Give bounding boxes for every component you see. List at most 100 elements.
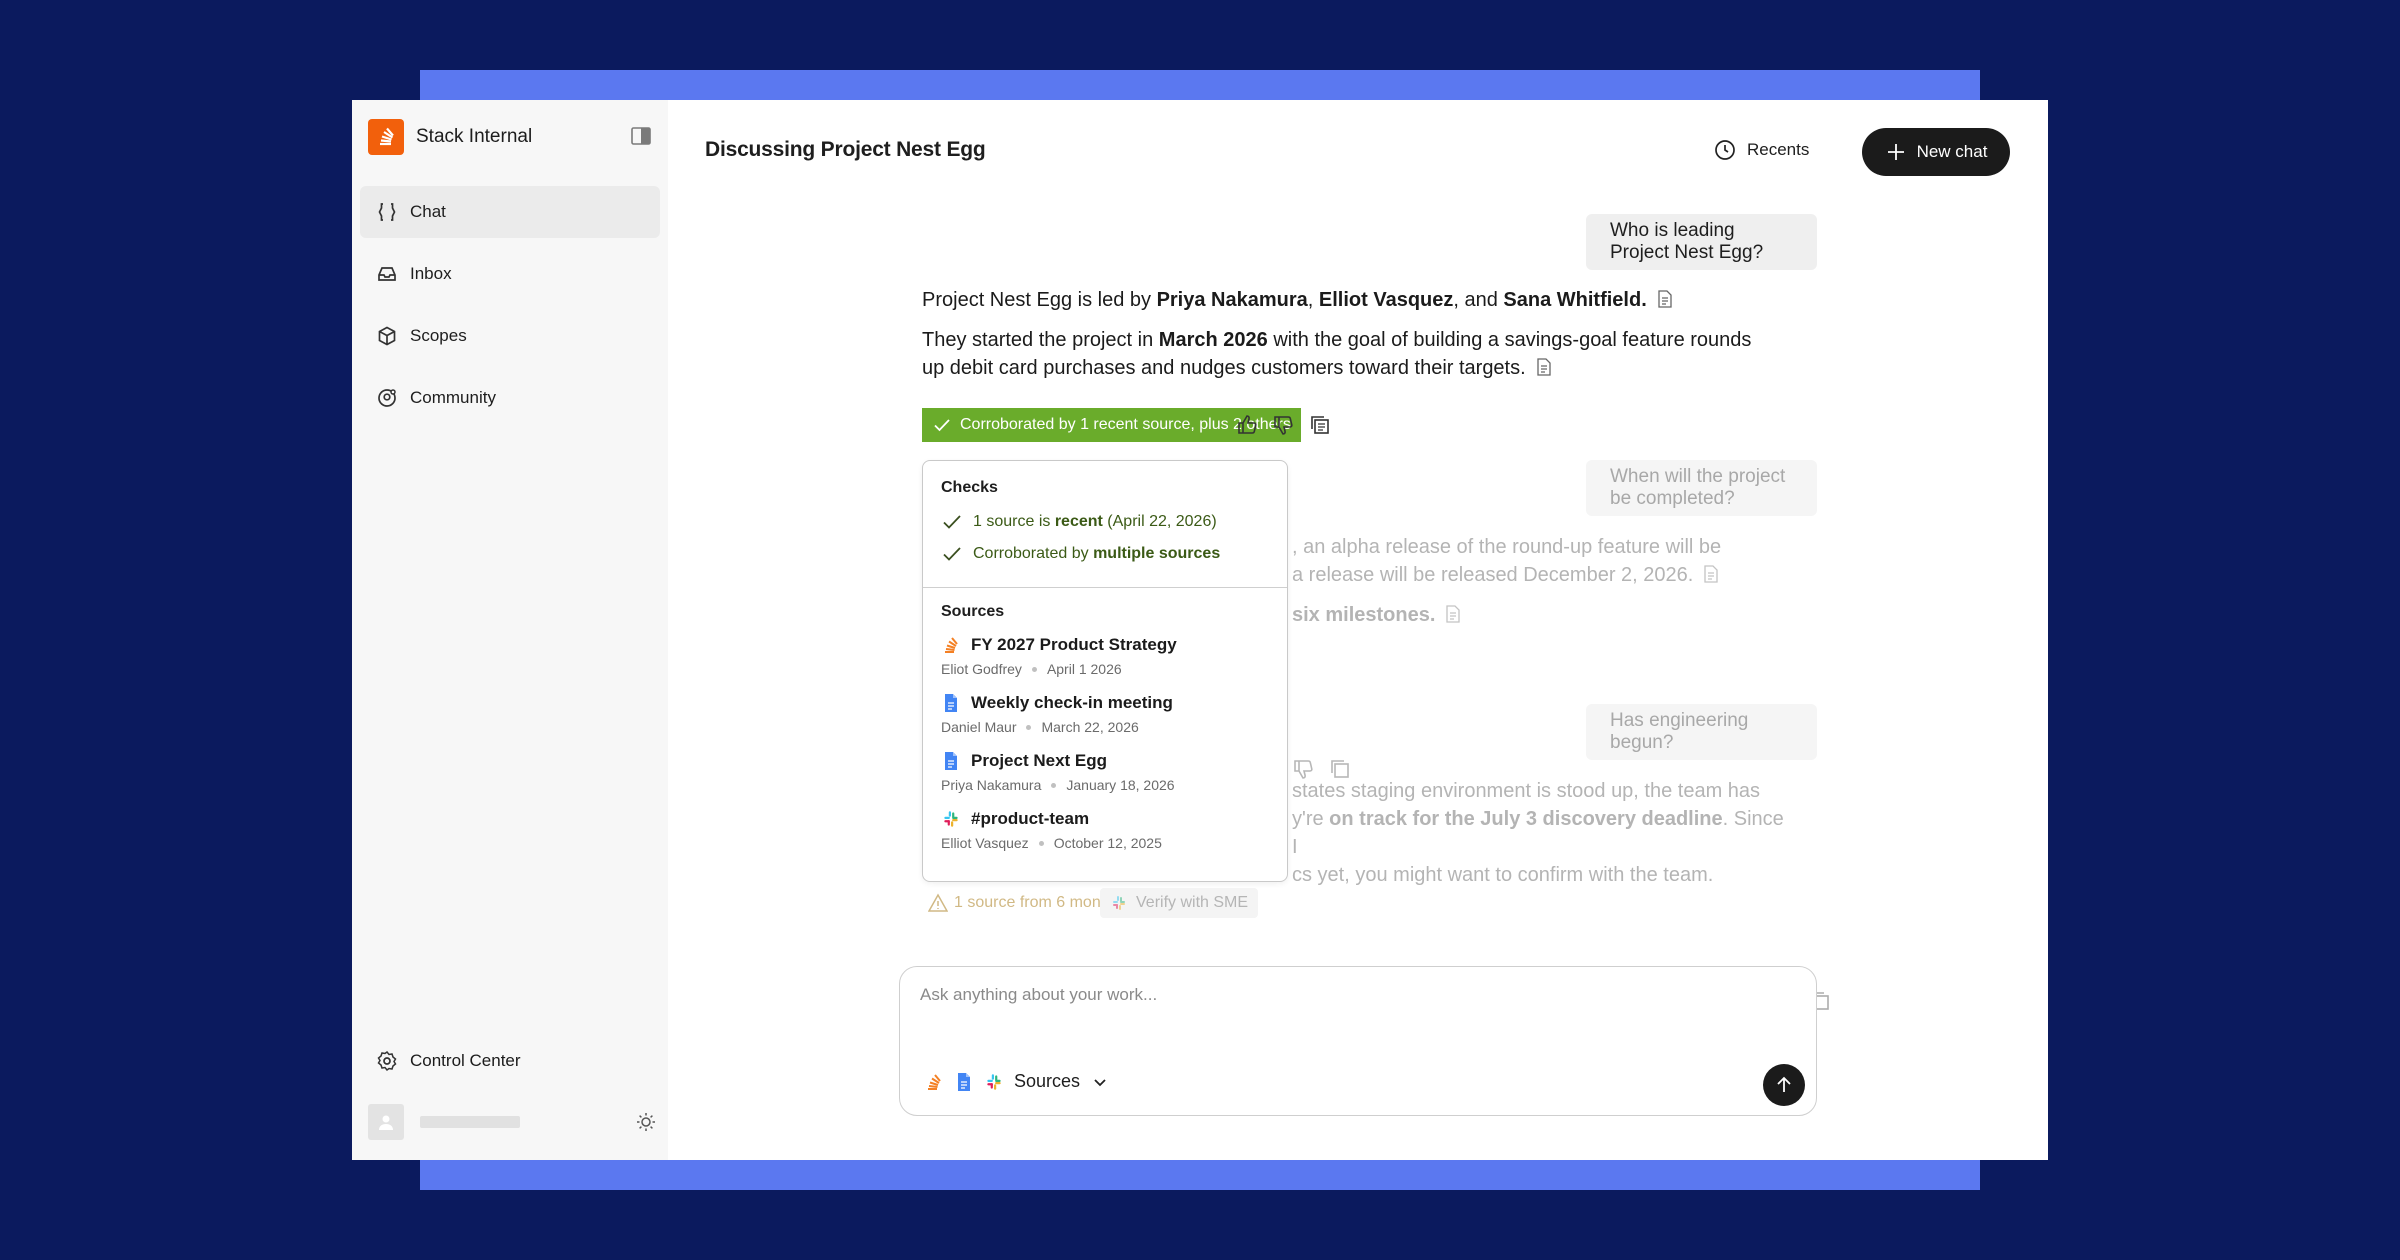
main-area: Discussing Project Nest Egg Recents New …: [668, 100, 2048, 1160]
corroboration-popover: Checks 1 source is recent (April 22, 202…: [922, 460, 1288, 882]
thumbs-down-icon[interactable]: [1272, 413, 1296, 437]
copy-icon[interactable]: [1308, 413, 1332, 437]
inbox-icon: [378, 267, 396, 281]
sidebar-item-community[interactable]: Community: [360, 372, 660, 424]
source-item[interactable]: Project Next Egg Priya Nakamura January 1…: [923, 751, 1287, 793]
recents-label: Recents: [1747, 140, 1810, 159]
google-doc-icon: [958, 1072, 970, 1091]
source-author: Priya Nakamura: [941, 777, 1042, 793]
assistant-answer: , an alpha release of the round-up featu…: [1292, 533, 1772, 629]
answer-line: six milestones.: [1292, 601, 1772, 629]
composer-input[interactable]: Ask anything about your work...: [920, 985, 1157, 1005]
checks-heading: Checks: [941, 479, 998, 496]
control-center-button[interactable]: Control Center: [376, 1050, 521, 1072]
cube-icon: [378, 326, 396, 346]
source-author: Eliot Godfrey: [941, 661, 1022, 677]
chevron-down-icon: [1094, 1078, 1106, 1086]
source-date: January 18, 2026: [1066, 777, 1175, 793]
source-item[interactable]: #product-team Elliot Vasquez October 12, …: [923, 809, 1287, 851]
new-chat-button[interactable]: New chat: [1862, 128, 2010, 176]
user-message: Has engineering begun?: [1586, 704, 1817, 760]
thumbs-up-icon[interactable]: [1236, 413, 1260, 437]
check-icon: [943, 547, 961, 561]
avatar: [368, 1104, 404, 1140]
source-title: #product-team: [971, 809, 1090, 828]
divider: [923, 587, 1287, 588]
answer-line: states staging environment is stood up, …: [1292, 780, 1761, 802]
sidebar-item-chat[interactable]: Chat: [360, 186, 660, 238]
verify-sme-label: Verify with SME: [1136, 894, 1249, 911]
braces-icon: [378, 203, 396, 221]
answer-line: , an alpha release of the round-up featu…: [1292, 536, 1722, 558]
gear-icon: [377, 1050, 397, 1072]
answer-paragraph: Project Nest Egg is led by Priya Nakamur…: [922, 286, 1762, 314]
document-icon[interactable]: [1703, 565, 1719, 583]
answer-line: cs yet, you might want to confirm with t…: [1292, 864, 1714, 886]
community-icon: [378, 389, 396, 407]
stack-overflow-logo-icon: [368, 119, 404, 155]
plus-icon: [1887, 144, 1904, 160]
send-button[interactable]: [1763, 1064, 1805, 1106]
source-author: Elliot Vasquez: [941, 835, 1029, 851]
sidebar-item-inbox[interactable]: Inbox: [360, 248, 660, 300]
user-profile[interactable]: [368, 1102, 658, 1142]
new-chat-label: New chat: [1916, 142, 1988, 161]
sidebar-item-label: Inbox: [410, 264, 452, 283]
user-message: Who is leading Project Nest Egg?: [1586, 214, 1817, 270]
warning-icon: [928, 893, 948, 912]
source-title: FY 2027 Product Strategy: [971, 635, 1177, 654]
sidebar-item-scopes[interactable]: Scopes: [360, 310, 660, 362]
document-icon[interactable]: [1536, 358, 1552, 376]
source-item[interactable]: Weekly check-in meeting Daniel Maur March…: [923, 693, 1287, 735]
sun-icon[interactable]: [634, 1110, 658, 1134]
source-author: Daniel Maur: [941, 719, 1017, 735]
slack-icon: [987, 1073, 1001, 1090]
source-date: October 12, 2025: [1053, 835, 1162, 851]
sidebar-item-label: Chat: [410, 202, 446, 221]
answer-paragraph: They started the project in March 2026 w…: [922, 329, 1752, 379]
check-icon: [934, 419, 950, 432]
google-doc-icon: [945, 694, 957, 712]
clock-icon: [1715, 140, 1735, 160]
sources-label: Sources: [1014, 1071, 1081, 1091]
answer-line: a release will be released December 2, 2…: [1292, 561, 1772, 589]
sidebar: Stack Internal Chat Inbox Scopes Communi…: [352, 100, 668, 1160]
slack-icon: [1113, 896, 1125, 910]
sidebar-toggle-icon[interactable]: [630, 125, 652, 147]
answer-line: y're on track for the July 3 discovery d…: [1292, 808, 1784, 858]
sidebar-item-label: Community: [410, 388, 496, 407]
document-icon[interactable]: [1445, 605, 1461, 623]
check-item: Corroborated by multiple sources: [941, 543, 1287, 565]
chat-composer[interactable]: Ask anything about your work... Sources: [899, 966, 1817, 1116]
source-date: March 22, 2026: [1041, 719, 1139, 735]
sidebar-item-label: Scopes: [410, 326, 467, 345]
stack-overflow-icon: [945, 637, 958, 653]
google-doc-icon: [945, 752, 957, 770]
sources-selector[interactable]: Sources: [924, 1071, 1110, 1092]
assistant-answer: states staging environment is stood up, …: [1292, 777, 1792, 889]
brand[interactable]: Stack Internal: [368, 118, 532, 156]
app-name: Stack Internal: [416, 126, 533, 147]
user-icon: [379, 1115, 393, 1130]
verify-with-sme-button[interactable]: Verify with SME: [1100, 888, 1259, 918]
sources-heading: Sources: [941, 603, 1005, 620]
user-message: When will the project be completed?: [1586, 460, 1817, 516]
source-title: Weekly check-in meeting: [971, 693, 1173, 712]
arrow-up-icon: [1777, 1076, 1791, 1092]
app-window: Stack Internal Chat Inbox Scopes Communi…: [352, 100, 2048, 1160]
source-title: Project Next Egg: [971, 751, 1108, 770]
page-title: Discussing Project Nest Egg: [705, 138, 986, 161]
check-icon: [943, 515, 961, 529]
source-item[interactable]: FY 2027 Product Strategy Eliot Godfrey Ap…: [923, 635, 1287, 677]
sidebar-nav: Chat Inbox Scopes Community: [360, 186, 660, 434]
control-center-label: Control Center: [410, 1051, 521, 1070]
stack-overflow-icon: [928, 1073, 941, 1090]
document-icon[interactable]: [1657, 290, 1673, 308]
assistant-answer: Project Nest Egg is led by Priya Nakamur…: [922, 286, 1762, 382]
slack-icon: [944, 811, 958, 827]
username-placeholder: [420, 1116, 520, 1128]
source-date: April 1 2026: [1046, 661, 1122, 677]
check-item: 1 source is recent (April 22, 2026): [941, 511, 1287, 533]
feedback-actions: [1236, 413, 1344, 437]
recents-button[interactable]: Recents: [1713, 138, 1809, 162]
